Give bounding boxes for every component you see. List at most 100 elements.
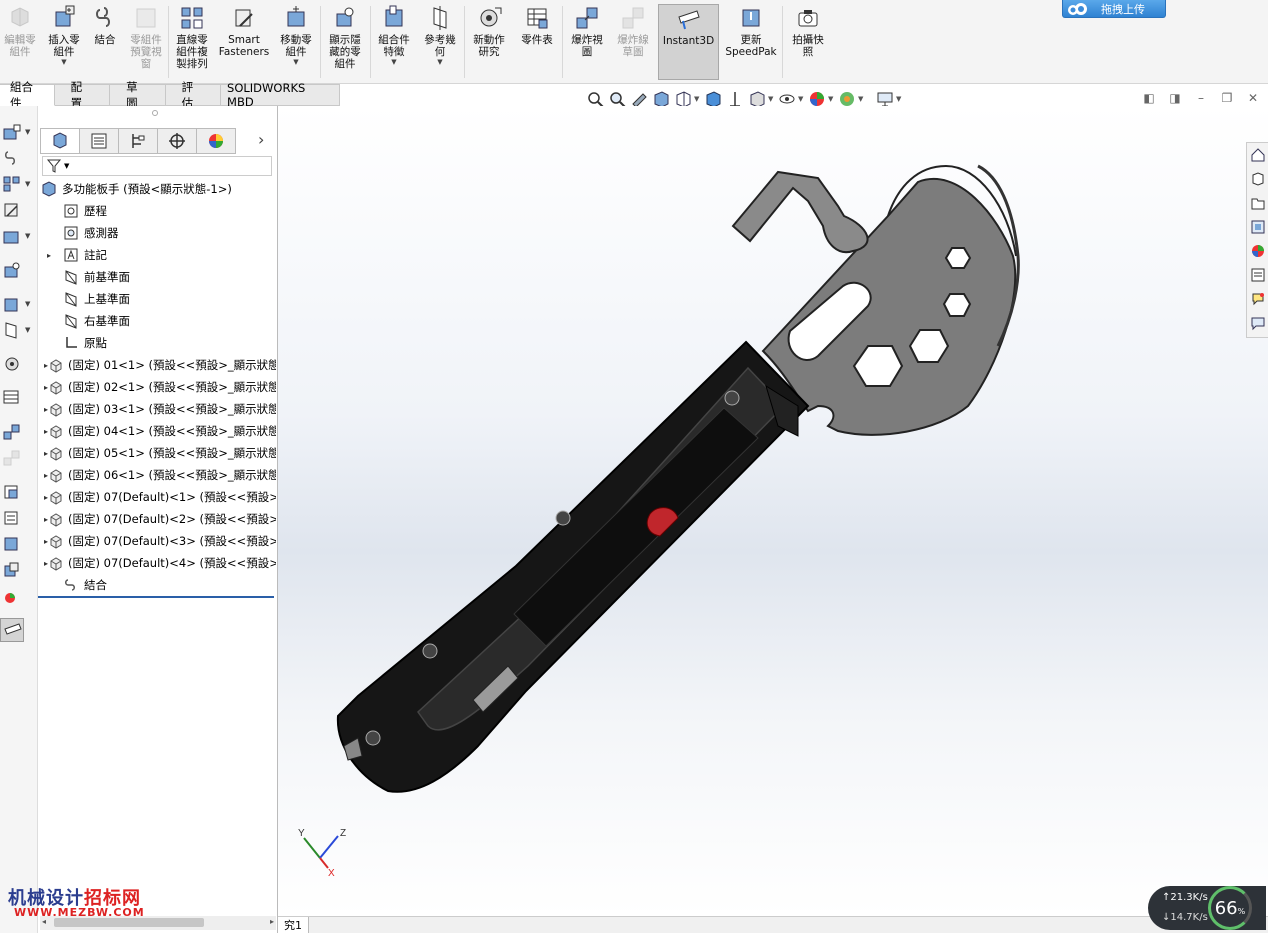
insert-components-button[interactable]: 插入零 組件 ▼ xyxy=(42,4,86,80)
tree-item[interactable]: 前基準面 xyxy=(38,266,276,288)
panel-grip[interactable] xyxy=(152,110,158,116)
tab-dimxpert-manager[interactable] xyxy=(157,128,197,154)
smart-fasteners-tool[interactable] xyxy=(0,198,38,222)
bom-button[interactable]: 零件表 xyxy=(514,4,560,80)
assembly-visualization-tool[interactable] xyxy=(0,506,38,530)
instant3d-tool[interactable] xyxy=(0,618,24,642)
chevron-down-icon[interactable]: ▼ xyxy=(391,58,396,66)
exploded-view-button[interactable]: 爆炸視 圖 xyxy=(564,4,610,80)
tree-item[interactable]: ▸(固定) 07(Default)<2> (預設<<預設>_顯示狀態 1>) xyxy=(38,508,276,530)
chevron-down-icon[interactable]: ▼ xyxy=(768,95,776,103)
mate-tool[interactable] xyxy=(0,146,38,170)
forum-icon[interactable] xyxy=(1247,287,1268,311)
expand-arrow-icon[interactable]: ▸ xyxy=(44,251,54,260)
tab-property-manager[interactable] xyxy=(79,128,119,154)
tile-right-icon[interactable]: ◨ xyxy=(1166,90,1184,106)
chevron-down-icon[interactable]: ▼ xyxy=(437,58,442,66)
update-speedpak-button[interactable]: 更新 SpeedPak xyxy=(722,4,780,80)
tree-item[interactable]: 原點 xyxy=(38,332,276,354)
tree-item[interactable]: 結合 xyxy=(38,574,276,596)
chevron-down-icon[interactable]: ▼ xyxy=(61,58,66,66)
tab-configuration-manager[interactable] xyxy=(118,128,158,154)
chevron-down-icon[interactable]: ▼ xyxy=(828,95,836,103)
view-palette-icon[interactable] xyxy=(1247,215,1268,239)
file-explorer-icon[interactable] xyxy=(1247,191,1268,215)
tree-item[interactable]: ▸(固定) 03<1> (預設<<預設>_顯示狀態 1>) xyxy=(38,398,276,420)
tree-item[interactable]: ▸(固定) 05<1> (預設<<預設>_顯示狀態 1>) xyxy=(38,442,276,464)
tab-configuration[interactable]: 配置 xyxy=(54,80,111,110)
chevron-down-icon[interactable]: ▼ xyxy=(798,95,806,103)
chevron-down-icon[interactable]: ▼ xyxy=(25,300,30,308)
multifunction-wrench-model[interactable] xyxy=(278,106,1268,916)
upload-button[interactable]: 拖拽上传 xyxy=(1062,0,1166,18)
check-tool[interactable] xyxy=(0,532,38,556)
tree-item[interactable]: ▸(固定) 06<1> (預設<<預設>_顯示狀態 1>) xyxy=(38,464,276,486)
chevron-down-icon[interactable]: ▼ xyxy=(896,95,904,103)
tab-evaluate[interactable]: 評估 xyxy=(165,80,222,110)
tree-item[interactable]: 右基準面 xyxy=(38,310,276,332)
tree-item[interactable]: ▸(固定) 07(Default)<1> (預設<<預設>_顯示狀態 1>) xyxy=(38,486,276,508)
pattern-tool[interactable]: ▼ xyxy=(0,172,38,196)
chevron-down-icon[interactable]: ▼ xyxy=(858,95,866,103)
tree-item[interactable]: ▸ 註記 xyxy=(38,244,276,266)
interference-tool[interactable] xyxy=(0,558,38,582)
graphics-area[interactable] xyxy=(278,106,1268,916)
tree-item[interactable]: 上基準面 xyxy=(38,288,276,310)
instant3d-button[interactable]: Instant3D xyxy=(658,4,719,80)
tree-item[interactable]: ▸(固定) 07(Default)<4> (預設<<預設>_顯示狀態 1>) xyxy=(38,552,276,574)
smart-fasteners-button[interactable]: Smart Fasteners xyxy=(216,4,272,80)
scroll-right-icon[interactable]: ▸ xyxy=(270,917,274,926)
feature-tree-filter[interactable]: ▼ xyxy=(42,156,272,176)
chevron-down-icon[interactable]: ▼ xyxy=(25,232,30,240)
tab-feature-manager[interactable] xyxy=(40,128,80,154)
network-speed-widget[interactable]: ↑21.3K/s ↓14.7K/s 66% xyxy=(1148,886,1266,930)
exploded-view-tool[interactable] xyxy=(0,420,38,444)
scrollbar-thumb[interactable] xyxy=(54,918,204,927)
design-library-icon[interactable] xyxy=(1247,167,1268,191)
assembly-features-tool[interactable]: ▼ xyxy=(0,292,38,316)
tree-root[interactable]: 多功能板手 (預設<顯示狀態-1>) xyxy=(38,178,276,200)
explode-line-sketch-button[interactable]: 爆炸線 草圖 xyxy=(610,4,656,80)
edit-component-button[interactable]: 編輯零 組件 xyxy=(0,4,40,80)
chevron-down-icon[interactable]: ▼ xyxy=(25,128,30,136)
chevron-down-icon[interactable]: ▼ xyxy=(25,326,30,334)
show-hidden-components-button[interactable]: 顯示隱 藏的零 組件 xyxy=(322,4,368,80)
reference-geometry-tool[interactable]: ▼ xyxy=(0,318,38,342)
large-assembly-tool[interactable] xyxy=(0,480,38,504)
chevron-right-icon[interactable]: › xyxy=(258,130,264,149)
reference-geometry-button[interactable]: 參考幾 何 ▼ xyxy=(418,4,462,80)
tree-item[interactable]: 感測器 xyxy=(38,222,276,244)
linear-pattern-button[interactable]: 直線零 組件複 製排列 xyxy=(170,4,214,80)
tree-item[interactable]: 歷程 xyxy=(38,200,276,222)
move-component-button[interactable]: 移動零 組件 ▼ xyxy=(274,4,318,80)
appearance-tool[interactable] xyxy=(0,584,38,608)
motion-study-tool[interactable] xyxy=(0,352,38,376)
tab-display-manager[interactable] xyxy=(196,128,236,154)
component-preview-button[interactable]: 零組件 預覽視 窗 xyxy=(124,4,168,80)
resources-icon[interactable] xyxy=(1247,311,1268,335)
assembly-features-button[interactable]: 組合件 特徵 ▼ xyxy=(372,4,416,80)
show-hidden-tool[interactable] xyxy=(0,258,38,282)
mate-button[interactable]: 結合 xyxy=(88,4,122,80)
move-component-tool[interactable]: ▼ xyxy=(0,224,38,248)
motion-study-tab[interactable]: 究1 xyxy=(278,917,309,933)
tile-left-icon[interactable]: ◧ xyxy=(1140,90,1158,106)
custom-properties-icon[interactable] xyxy=(1247,263,1268,287)
chevron-down-icon[interactable]: ▼ xyxy=(694,95,702,103)
tab-assembly[interactable]: 組合件 xyxy=(0,80,55,110)
explode-line-sketch-tool[interactable] xyxy=(0,446,38,470)
close-icon[interactable]: ✕ xyxy=(1244,90,1262,106)
chevron-down-icon[interactable]: ▼ xyxy=(25,180,30,188)
tab-sketch[interactable]: 草圖 xyxy=(110,80,166,110)
new-motion-study-button[interactable]: 新動作 研究 xyxy=(466,4,512,80)
appearances-icon[interactable] xyxy=(1247,239,1268,263)
tree-item[interactable]: ▸(固定) 04<1> (預設<<預設>_顯示狀態 1>) xyxy=(38,420,276,442)
tree-item[interactable]: ▸(固定) 07(Default)<3> (預設<<預設>_顯示狀態 1>) xyxy=(38,530,276,552)
insert-component-tool[interactable]: ▼ xyxy=(0,120,38,144)
tab-solidworks-mbd[interactable]: SOLIDWORKS MBD xyxy=(221,81,341,109)
minimize-icon[interactable]: – xyxy=(1192,90,1210,106)
tree-item[interactable]: ▸(固定) 01<1> (預設<<預設>_顯示狀態 1>) xyxy=(38,354,276,376)
bom-tool[interactable] xyxy=(0,386,38,410)
restore-icon[interactable]: ❐ xyxy=(1218,90,1236,106)
tree-item[interactable]: ▸(固定) 02<1> (預設<<預設>_顯示狀態 1>) xyxy=(38,376,276,398)
